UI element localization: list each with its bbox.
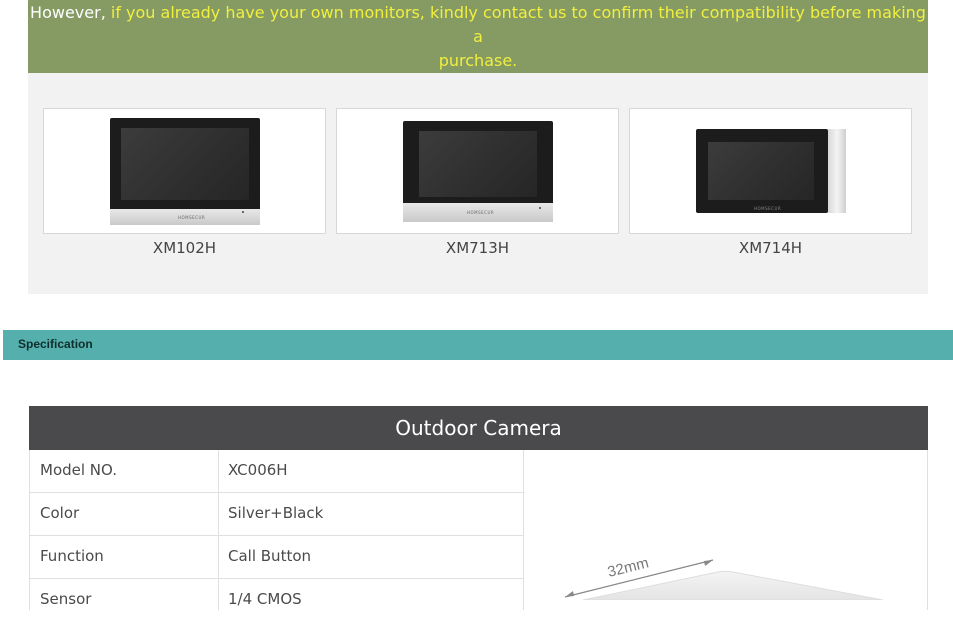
dimension-arrow-head [565,591,574,597]
notice-line-2: purchase. [438,51,518,70]
notice-line-1: However, if you already have your own mo… [28,1,928,49]
monitor-card-xm714h[interactable]: HOMSECUR [629,108,912,234]
monitor-model-label: XM713H [445,239,510,257]
specification-heading: Specification [18,337,93,351]
notice-lead: However, [30,3,106,22]
dimension-arrow-head [704,560,713,566]
monitor-image: HOMSECUR [696,129,846,213]
spec-key: Model NO. [40,461,117,479]
camera-dimension-drawing: 32mm [523,450,928,601]
monitor-gallery: HOMSECUR XM102H HOMSECUR XM713H HOMSECUR… [28,73,928,294]
monitor-model-label: XM102H [152,239,217,257]
brand-logo: HOMSECUR [467,210,495,215]
spec-value: Silver+Black [228,504,324,522]
monitor-image: HOMSECUR [403,121,553,222]
monitor-image: HOMSECUR [110,118,260,225]
monitor-card-xm713h[interactable]: HOMSECUR [336,108,619,234]
dimension-diagram: 32mm [564,554,884,601]
table-row: Sensor 1/4 CMOS [30,579,523,622]
brand-logo: HOMSECUR [754,206,782,211]
brand-logo: HOMSECUR [178,215,206,220]
spec-value: Call Button [228,547,312,565]
table-row: Color Silver+Black [30,493,523,536]
spec-value: 1/4 CMOS [228,590,302,608]
table-row: Function Call Button [30,536,523,579]
specification-section-bar: Specification [3,330,953,360]
notice-highlight: if you already have your own monitors, k… [110,3,926,46]
monitor-model-label: XM714H [738,239,803,257]
monitor-card-xm102h[interactable]: HOMSECUR [43,108,326,234]
spec-key: Color [40,504,80,522]
spec-key: Function [40,547,104,565]
spec-value: XC006H [228,461,288,479]
table-row: Model NO. XC006H [30,450,523,493]
spec-key: Sensor [40,590,92,608]
spec-table-title: Outdoor Camera [29,406,928,450]
compatibility-notice: However, if you already have your own mo… [28,0,928,73]
